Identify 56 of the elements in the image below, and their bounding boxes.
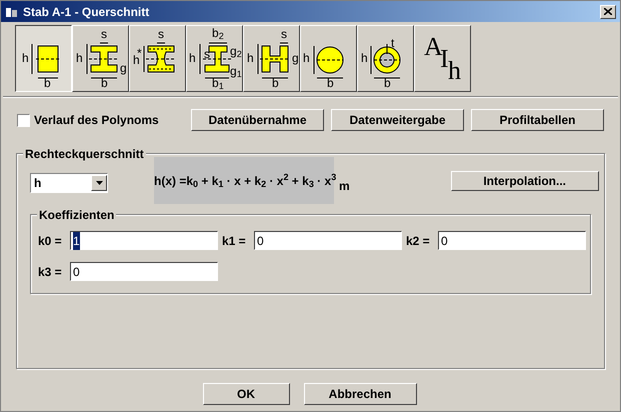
dimension-label: b [101, 77, 108, 89]
dimension-label: h [22, 52, 29, 64]
dimension-label: b [272, 77, 279, 89]
dimension-label: h [189, 52, 196, 64]
dimension-label: b$_{1}$ [212, 77, 224, 89]
section-type-button[interactable]: s h g b [72, 25, 129, 92]
dimension-label: s [281, 28, 287, 40]
dialog-button[interactable]: OK [202, 383, 290, 405]
field-label: k0 = [38, 232, 63, 250]
dimension-label: b$_{2}$ [212, 27, 224, 39]
dimension-label: h [448, 58, 461, 84]
dialog-button[interactable]: Abbrechen [304, 383, 416, 405]
coefficient-field[interactable]: 0 [70, 262, 218, 281]
section-type-button[interactable]: t h b [357, 25, 414, 92]
window-icon [5, 6, 19, 18]
field-label: k2 = [406, 232, 431, 250]
action-button[interactable]: Profiltabellen [471, 109, 604, 131]
dimension-label: s [204, 48, 210, 60]
dimension-label: I [440, 46, 449, 72]
section-type-button[interactable]: h b [15, 25, 72, 92]
dimension-label: g$_{1}$ [230, 65, 242, 77]
section-type-button[interactable]: AIh [414, 25, 471, 92]
unit-label: m [339, 178, 350, 195]
section-type-button[interactable]: b$_{2}$ h s g$_{2}$ g$_{1}$ b$_{1}$ [186, 25, 243, 92]
dimension-label: * [137, 47, 142, 59]
section-type-button[interactable]: h b [300, 25, 357, 92]
field-label: k1 = [222, 232, 247, 250]
dimension-label: h [133, 54, 140, 66]
close-icon [604, 8, 612, 15]
dimension-label: A [424, 34, 443, 60]
dimension-label: h [76, 52, 83, 64]
formula: h(x) =k$_{0}$ + k$_{1}$ · x + k$_{2}$ · x$^{2}$ + k$_{3}$ · x$^{3}$ [154, 172, 336, 190]
dimension-label: g [292, 52, 299, 64]
dimension-label: h [361, 52, 368, 64]
dimension-label: b [384, 77, 391, 89]
dimension-label: s [101, 28, 107, 40]
polynomial-checkbox[interactable]: Verlauf des Polynoms [17, 111, 191, 129]
dimension-label: b [327, 77, 334, 89]
dimension-label: h [247, 52, 254, 64]
dimension-label: g$_{2}$ [230, 45, 242, 57]
close-button[interactable] [600, 4, 616, 18]
window-title: Stab A-1 - Querschnitt [23, 4, 150, 20]
coefficient-field[interactable]: 0 [254, 231, 402, 250]
dimension-label: t [391, 37, 394, 49]
coefficient-field[interactable]: 1 [70, 231, 218, 250]
section-type-button[interactable]: s h g b [243, 25, 300, 92]
variable-dropdown[interactable]: h [30, 173, 108, 193]
action-button[interactable]: Datenübernahme [191, 109, 324, 131]
action-button[interactable]: Datenweitergabe [331, 109, 464, 131]
dimension-label: h [303, 52, 310, 64]
dimension-label: b [44, 77, 51, 89]
field-label: k3 = [38, 264, 63, 280]
dimension-label: s [158, 28, 164, 40]
dimension-label: g [120, 62, 127, 74]
interpolation-button[interactable]: Interpolation... [450, 171, 599, 191]
coefficient-field[interactable]: 0 [438, 231, 586, 250]
